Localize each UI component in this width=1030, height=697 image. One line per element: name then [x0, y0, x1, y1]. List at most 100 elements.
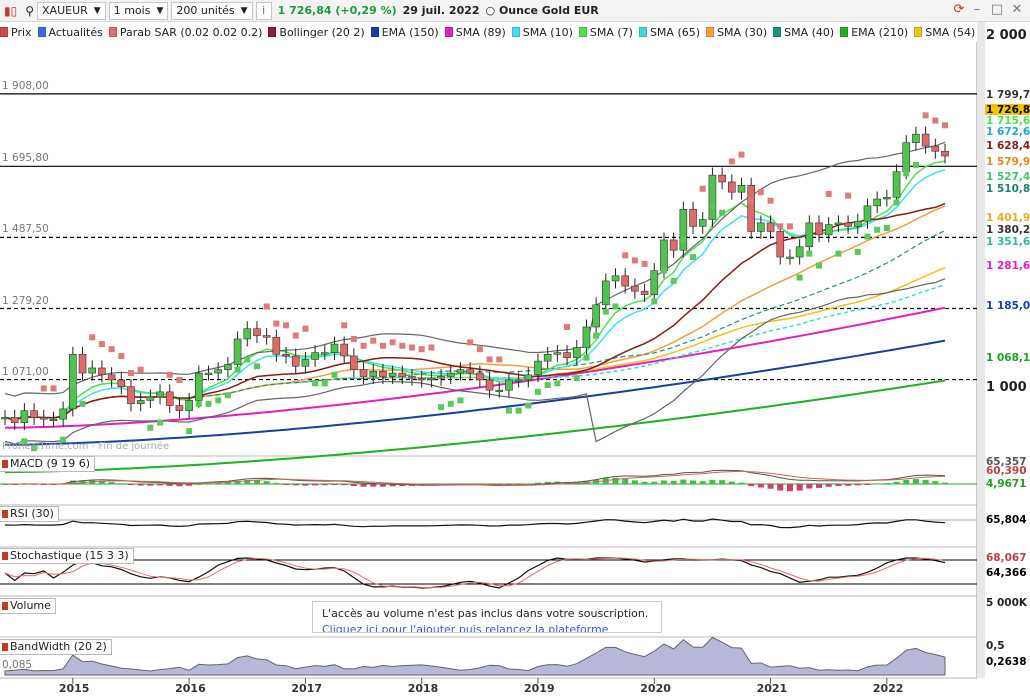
vertical-scrollbar[interactable] — [977, 22, 985, 678]
price-chart[interactable] — [0, 0, 1030, 697]
candle-up — [1, 417, 9, 420]
sar-dot — [350, 335, 357, 342]
legend-item[interactable]: SMA (54) — [914, 26, 975, 39]
sar-dot — [690, 254, 697, 261]
legend-item[interactable]: Parab SAR (0.02 0.02 0.2) — [108, 26, 262, 39]
sar-dot — [331, 371, 338, 378]
info-button[interactable]: i — [255, 1, 272, 20]
symbol-select[interactable]: XAUEUR ▼ — [37, 1, 106, 20]
legend-item[interactable]: SMA (89) — [444, 25, 506, 39]
candle-down — [165, 391, 174, 406]
macd-histogram-bar — [244, 480, 251, 484]
macd-histogram-bar — [554, 481, 561, 484]
legend-label: SMA (89) — [455, 25, 506, 39]
units-select[interactable]: 200 unités ▼ — [171, 1, 253, 20]
candle-down — [776, 231, 785, 258]
level-label: 1 071,00 — [2, 365, 49, 378]
macd-histogram-bar — [321, 484, 328, 486]
candle-up — [534, 360, 542, 376]
macd-histogram-bar — [127, 484, 134, 485]
candle-up — [204, 372, 213, 375]
legend-item[interactable]: EMA (150) — [370, 26, 439, 39]
macd-histogram-bar — [50, 484, 57, 485]
candle-up — [185, 400, 193, 411]
candle-up — [883, 197, 891, 200]
sar-dot — [602, 308, 609, 315]
macd-panel-label[interactable]: MACD (9 19 6) — [0, 456, 96, 472]
macd-histogram-bar — [544, 481, 551, 484]
minimize-icon[interactable]: – — [968, 2, 986, 18]
candle-up — [505, 379, 513, 391]
bandwidth-panel-label[interactable]: BandWidth (20 2) — [0, 639, 112, 655]
sar-dot — [660, 267, 667, 274]
macd-histogram-bar — [292, 484, 299, 486]
sar-dot — [738, 151, 745, 158]
legend-item[interactable]: EMA (210) — [840, 26, 908, 39]
legend-item[interactable]: SMA (40) — [773, 26, 834, 39]
candle-down — [728, 181, 736, 193]
sar-dot — [893, 199, 900, 206]
volume-panel-label[interactable]: Volume — [0, 598, 56, 614]
legend-item[interactable]: Prix — [0, 26, 32, 39]
period-select[interactable]: 1 mois ▼ — [108, 1, 169, 20]
x-axis-year-label: 2018 — [407, 682, 439, 695]
macd-histogram-bar — [147, 484, 154, 486]
sar-dot — [98, 341, 105, 348]
legend-item[interactable]: SMA (10) — [511, 26, 573, 39]
sar-dot — [874, 226, 881, 233]
refresh-icon[interactable]: ⟳ — [950, 2, 968, 18]
sar-dot — [534, 388, 541, 395]
rsi-panel-label[interactable]: RSI (30) — [0, 506, 59, 522]
sar-dot — [835, 250, 842, 257]
sar-dot — [166, 371, 173, 378]
legend-item[interactable]: Bollinger (20 2) — [268, 26, 365, 39]
candle-up — [611, 275, 620, 282]
macd-histogram-bar — [486, 484, 493, 485]
link-icon[interactable]: ⚲ — [25, 4, 34, 18]
sar-dot — [215, 397, 222, 404]
macd-histogram-bar — [699, 481, 706, 484]
stoch-panel-label[interactable]: Stochastique (15 3 3) — [0, 548, 134, 564]
sar-dot — [89, 334, 96, 341]
macd-histogram-bar — [573, 481, 580, 484]
sar-dot — [40, 385, 47, 392]
candle-up — [679, 208, 688, 251]
macd-histogram-bar — [409, 484, 416, 486]
maximize-icon[interactable]: □ — [988, 2, 1006, 18]
macd-histogram-bar — [893, 481, 900, 484]
volume-subscribe-link[interactable]: Cliquez ici pour l'ajouter puis relancez… — [322, 623, 652, 632]
rsi-tag: 65,804 — [986, 514, 1027, 526]
close-icon[interactable]: ✕ — [1008, 2, 1026, 18]
sar-dot — [389, 339, 396, 346]
sar-dot — [147, 424, 154, 431]
candlestick-icon[interactable]: ▮▯ — [4, 4, 17, 18]
legend-swatch — [578, 27, 587, 37]
legend-label: SMA (7) — [589, 25, 633, 39]
legend-label: Actualités — [48, 25, 103, 39]
volume-label-text: Volume — [10, 599, 51, 612]
legend-item[interactable]: Actualités — [37, 25, 103, 39]
sar-dot — [786, 223, 793, 230]
volume-subscription-message: L'accès au volume n'est pas inclus dans … — [312, 601, 662, 633]
sar-dot — [564, 324, 571, 331]
legend-swatch — [511, 27, 520, 37]
candle-up — [582, 326, 591, 348]
candle-up — [853, 220, 862, 227]
legend-label: SMA (65) — [649, 25, 701, 39]
stoch-d-line — [4, 557, 946, 589]
macd-histogram-bar — [234, 480, 241, 484]
candle-up — [863, 205, 872, 222]
sar-dot — [50, 385, 57, 392]
sar-dot — [312, 380, 319, 387]
sar-dot — [796, 274, 803, 281]
macd-histogram-bar — [476, 484, 483, 485]
candle-up — [514, 379, 523, 382]
macd-histogram-bar — [631, 480, 638, 484]
last-quote: 1 726,84 (+0,29 %) — [277, 4, 397, 17]
legend-item[interactable]: SMA (7) — [578, 25, 633, 39]
legend-item[interactable]: SMA (30) — [706, 26, 767, 39]
bandwidth-tag: 0,2638 — [986, 656, 1027, 668]
legend-item[interactable]: SMA (65) — [638, 25, 701, 39]
ema-150-line — [4, 339, 946, 446]
sar-dot — [612, 303, 619, 310]
